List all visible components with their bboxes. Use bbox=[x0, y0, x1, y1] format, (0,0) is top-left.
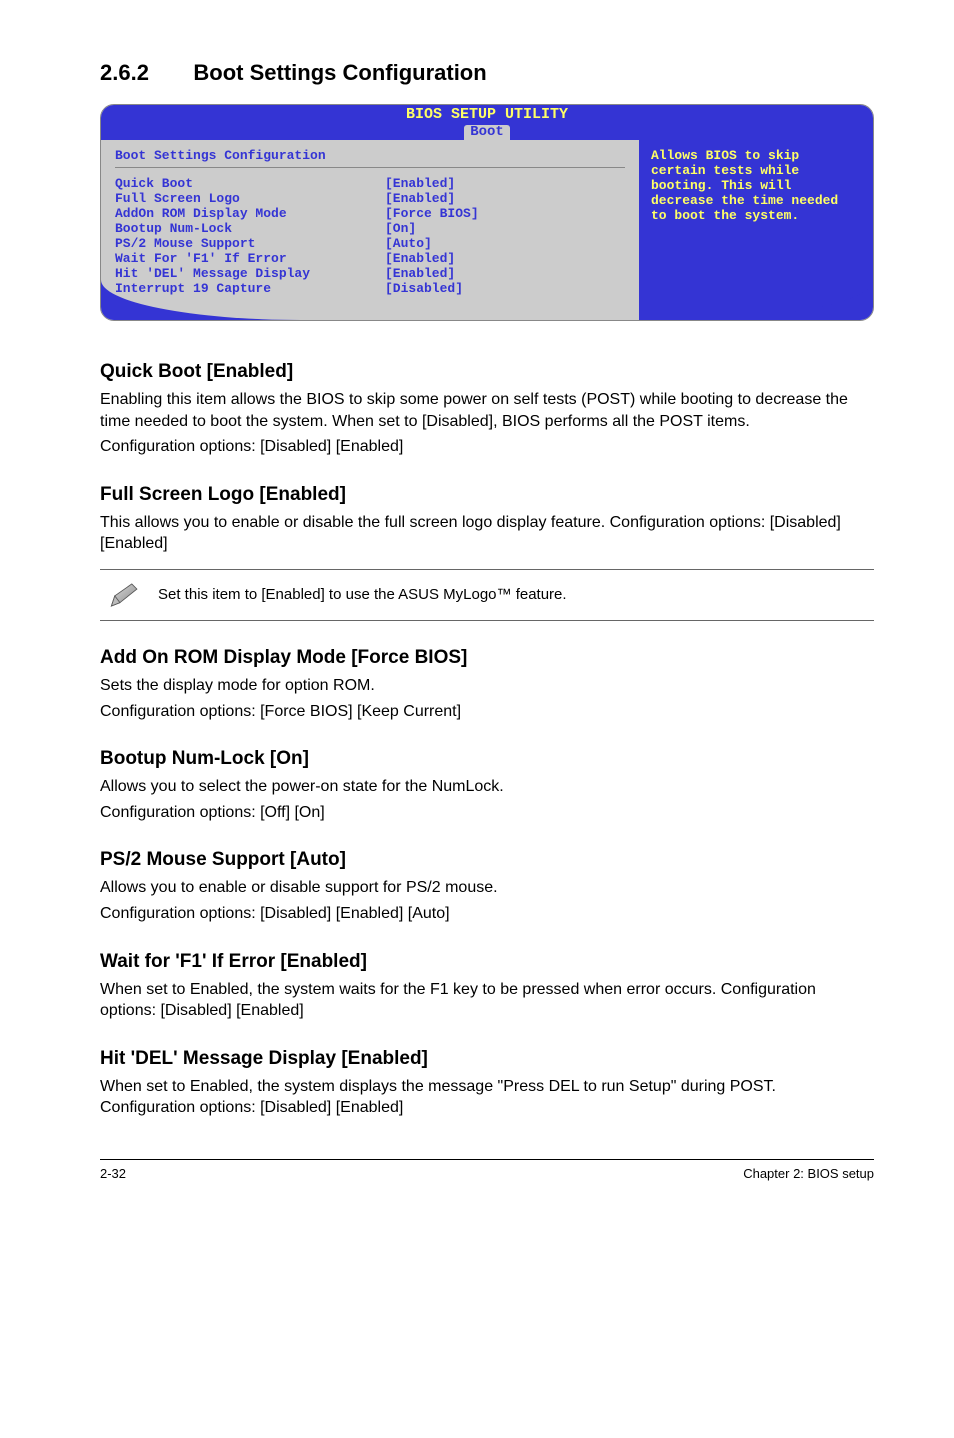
heading-ps2-mouse: PS/2 Mouse Support [Auto] bbox=[100, 849, 874, 871]
bios-value: [Disabled] bbox=[385, 281, 625, 296]
paragraph: Configuration options: [Disabled] [Enabl… bbox=[100, 903, 874, 925]
bios-value: [On] bbox=[385, 221, 625, 236]
bios-row: Bootup Num-Lock [On] bbox=[115, 221, 625, 236]
bios-value: [Force BIOS] bbox=[385, 206, 625, 221]
heading-hit-del: Hit 'DEL' Message Display [Enabled] bbox=[100, 1048, 874, 1070]
heading-quick-boot: Quick Boot [Enabled] bbox=[100, 361, 874, 383]
bios-help-text: Allows BIOS to skip certain tests while … bbox=[651, 148, 861, 223]
bios-label: Wait For 'F1' If Error bbox=[115, 251, 385, 266]
bios-title-bar: BIOS SETUP UTILITY Boot bbox=[101, 105, 873, 140]
note-callout: Set this item to [Enabled] to use the AS… bbox=[100, 569, 874, 621]
heading-addon-rom: Add On ROM Display Mode [Force BIOS] bbox=[100, 647, 874, 669]
bios-help-panel: Allows BIOS to skip certain tests while … bbox=[639, 140, 873, 320]
bios-tab-boot: Boot bbox=[464, 125, 510, 140]
bios-value: [Auto] bbox=[385, 236, 625, 251]
bios-row: Interrupt 19 Capture [Disabled] bbox=[115, 281, 625, 296]
paragraph: Configuration options: [Force BIOS] [Kee… bbox=[100, 701, 874, 723]
paragraph: Configuration options: [Disabled] [Enabl… bbox=[100, 436, 874, 458]
bios-label: Quick Boot bbox=[115, 176, 385, 191]
bios-label: AddOn ROM Display Mode bbox=[115, 206, 385, 221]
bios-row: Quick Boot [Enabled] bbox=[115, 176, 625, 191]
bios-value: [Enabled] bbox=[385, 251, 625, 266]
bios-label: Hit 'DEL' Message Display bbox=[115, 266, 385, 281]
bios-window: BIOS SETUP UTILITY Boot Boot Settings Co… bbox=[100, 104, 874, 321]
heading-wait-f1: Wait for 'F1' If Error [Enabled] bbox=[100, 951, 874, 973]
bios-value: [Enabled] bbox=[385, 191, 625, 206]
paragraph: Allows you to select the power-on state … bbox=[100, 776, 874, 798]
paragraph: Enabling this item allows the BIOS to sk… bbox=[100, 389, 874, 432]
pencil-icon bbox=[100, 580, 150, 610]
paragraph: This allows you to enable or disable the… bbox=[100, 512, 874, 555]
bios-label: Bootup Num-Lock bbox=[115, 221, 385, 236]
footer-page-number: 2-32 bbox=[100, 1166, 126, 1181]
bios-row: PS/2 Mouse Support [Auto] bbox=[115, 236, 625, 251]
footer-chapter: Chapter 2: BIOS setup bbox=[743, 1166, 874, 1181]
bios-row: Hit 'DEL' Message Display [Enabled] bbox=[115, 266, 625, 281]
page-footer: 2-32 Chapter 2: BIOS setup bbox=[100, 1159, 874, 1181]
bios-value: [Enabled] bbox=[385, 266, 625, 281]
note-text: Set this item to [Enabled] to use the AS… bbox=[150, 586, 874, 603]
bios-value: [Enabled] bbox=[385, 176, 625, 191]
paragraph: When set to Enabled, the system displays… bbox=[100, 1076, 874, 1119]
section-number: 2.6.2 bbox=[100, 60, 149, 86]
bios-label: PS/2 Mouse Support bbox=[115, 236, 385, 251]
bios-row: AddOn ROM Display Mode [Force BIOS] bbox=[115, 206, 625, 221]
bios-label: Full Screen Logo bbox=[115, 191, 385, 206]
bios-row: Full Screen Logo [Enabled] bbox=[115, 191, 625, 206]
heading-bootup-numlock: Bootup Num-Lock [On] bbox=[100, 748, 874, 770]
paragraph: Configuration options: [Off] [On] bbox=[100, 802, 874, 824]
section-title: Boot Settings Configuration bbox=[193, 60, 486, 86]
bios-window-title: BIOS SETUP UTILITY bbox=[101, 107, 873, 124]
section-header: 2.6.2 Boot Settings Configuration bbox=[100, 60, 874, 86]
paragraph: When set to Enabled, the system waits fo… bbox=[100, 979, 874, 1022]
heading-full-screen-logo: Full Screen Logo [Enabled] bbox=[100, 484, 874, 506]
bios-panel-title: Boot Settings Configuration bbox=[115, 148, 625, 168]
bios-label: Interrupt 19 Capture bbox=[115, 281, 385, 296]
bios-main-panel: Boot Settings Configuration Quick Boot [… bbox=[101, 140, 639, 320]
paragraph: Allows you to enable or disable support … bbox=[100, 877, 874, 899]
bios-row: Wait For 'F1' If Error [Enabled] bbox=[115, 251, 625, 266]
paragraph: Sets the display mode for option ROM. bbox=[100, 675, 874, 697]
